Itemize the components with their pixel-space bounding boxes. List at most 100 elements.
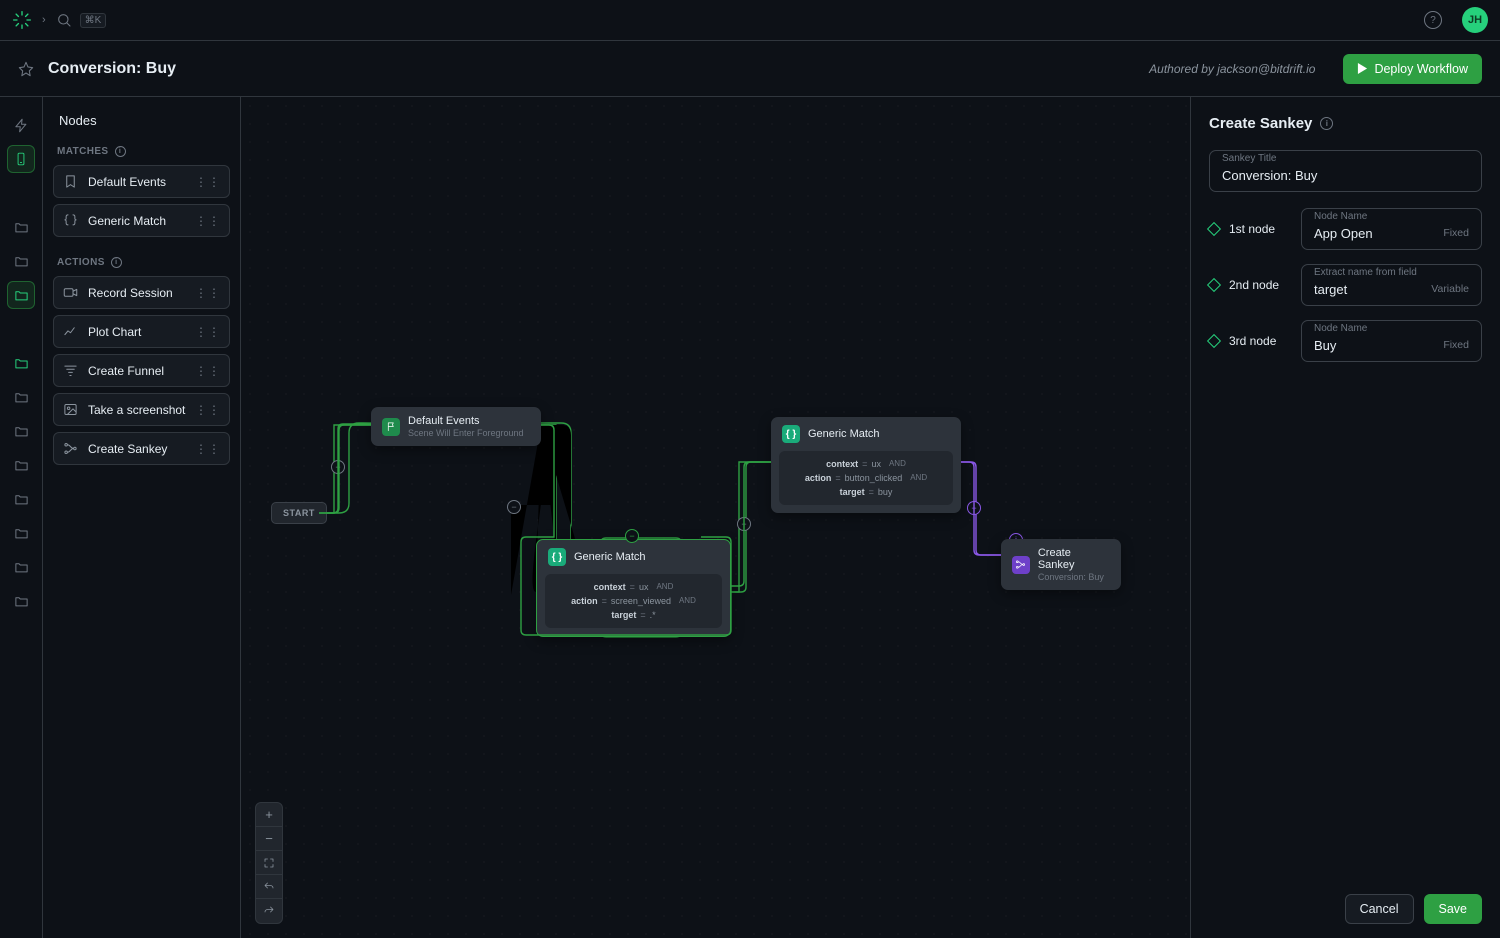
grip-icon: ⋮⋮ <box>195 364 221 378</box>
zoom-in-button[interactable]: + <box>256 803 282 827</box>
node-name-input[interactable] <box>1314 336 1435 353</box>
rail-folder-6[interactable] <box>7 451 35 479</box>
diamond-icon <box>1207 278 1221 292</box>
flow-node-generic-match-2[interactable]: { } Generic Match context=uxAND action=b… <box>771 417 961 513</box>
node-label: Take a screenshot <box>88 403 185 417</box>
node-take-screenshot[interactable]: Take a screenshot ⋮⋮ <box>53 393 230 426</box>
chart-icon <box>63 324 78 339</box>
node-type-tag: Variable <box>1431 283 1469 297</box>
node-generic-match[interactable]: Generic Match ⋮⋮ <box>53 204 230 237</box>
flow-node-create-sankey[interactable]: Create Sankey Conversion: Buy <box>1001 539 1121 590</box>
node-label: Default Events <box>88 175 166 189</box>
node-record-session[interactable]: Record Session ⋮⋮ <box>53 276 230 309</box>
port-minus-icon[interactable]: − <box>737 517 751 531</box>
page-header: Conversion: Buy Authored by jackson@bitd… <box>0 41 1500 97</box>
rail-folder-8[interactable] <box>7 519 35 547</box>
cancel-button[interactable]: Cancel <box>1345 894 1414 924</box>
video-icon <box>63 285 78 300</box>
nodes-panel-title: Nodes <box>53 113 230 128</box>
grip-icon: ⋮⋮ <box>195 403 221 417</box>
rail-bolt-icon[interactable] <box>7 111 35 139</box>
rail-folder-2[interactable] <box>7 247 35 275</box>
sankey-icon <box>63 441 78 456</box>
info-icon[interactable]: i <box>1320 117 1333 130</box>
grip-icon: ⋮⋮ <box>195 214 221 228</box>
zoom-out-button[interactable]: − <box>256 827 282 851</box>
properties-panel: Create Sankey i Sankey Title 1st node No… <box>1190 97 1500 938</box>
rail-folder-10[interactable] <box>7 587 35 615</box>
grip-icon: ⋮⋮ <box>195 442 221 456</box>
port-minus-icon[interactable]: − <box>331 460 345 474</box>
sankey-node-row-2: 2nd node Extract name from field Variabl… <box>1209 264 1482 306</box>
matches-header: MATCHES i <box>57 146 230 157</box>
port-minus-icon[interactable]: − <box>625 529 639 543</box>
info-icon[interactable]: i <box>111 257 122 268</box>
braces-icon: { } <box>548 548 566 566</box>
rail-folder-3[interactable] <box>7 349 35 377</box>
flow-node-default-events[interactable]: Default Events Scene Will Enter Foregrou… <box>371 407 541 446</box>
node-label: Generic Match <box>88 214 166 228</box>
grip-icon: ⋮⋮ <box>195 175 221 189</box>
node-name-input[interactable] <box>1314 280 1423 297</box>
actions-header: ACTIONS i <box>57 257 230 268</box>
rail-folder-1[interactable] <box>7 213 35 241</box>
node-ordinal: 1st node <box>1229 222 1291 236</box>
node-name-input[interactable] <box>1314 224 1435 241</box>
undo-button[interactable] <box>256 875 282 899</box>
search-shortcut: ⌘K <box>80 13 107 28</box>
play-icon <box>1357 63 1368 74</box>
port-minus-icon[interactable]: − <box>507 500 521 514</box>
deploy-label: Deploy Workflow <box>1374 62 1468 76</box>
authored-by: Authored by jackson@bitdrift.io <box>1149 62 1315 76</box>
node-type-tag: Fixed <box>1443 227 1469 241</box>
flow-node-subtitle: Scene Will Enter Foreground <box>408 428 524 438</box>
avatar[interactable]: JH <box>1462 7 1488 33</box>
diamond-icon <box>1207 334 1221 348</box>
zoom-controls: + − <box>255 802 283 924</box>
rail-folder-4[interactable] <box>7 383 35 411</box>
rail-folder-9[interactable] <box>7 553 35 581</box>
sankey-title-field[interactable]: Sankey Title <box>1209 150 1482 192</box>
save-button[interactable]: Save <box>1424 894 1483 924</box>
grip-icon: ⋮⋮ <box>195 325 221 339</box>
global-search[interactable]: ⌘K <box>56 12 107 28</box>
node-type-tag: Fixed <box>1443 339 1469 353</box>
node-label: Record Session <box>88 286 173 300</box>
node-label: Plot Chart <box>88 325 141 339</box>
sankey-icon <box>1012 556 1030 574</box>
workflow-canvas[interactable]: START Default Events Scene Will Enter Fo… <box>241 97 1190 938</box>
image-icon <box>63 402 78 417</box>
node-create-funnel[interactable]: Create Funnel ⋮⋮ <box>53 354 230 387</box>
node-create-sankey[interactable]: Create Sankey ⋮⋮ <box>53 432 230 465</box>
flag-icon <box>382 418 400 436</box>
app-logo-icon[interactable] <box>12 10 32 30</box>
start-node[interactable]: START <box>271 502 327 524</box>
rail-folder-5[interactable] <box>7 417 35 445</box>
topbar: › ⌘K ? JH <box>0 0 1500 41</box>
zoom-fit-button[interactable] <box>256 851 282 875</box>
rail-folder-7[interactable] <box>7 485 35 513</box>
flow-node-title: Create Sankey <box>1038 547 1110 571</box>
flow-node-title: Generic Match <box>574 551 646 563</box>
port-minus-icon[interactable]: − <box>967 501 981 515</box>
node-default-events[interactable]: Default Events ⋮⋮ <box>53 165 230 198</box>
star-icon[interactable] <box>18 61 34 77</box>
rail-folder-active[interactable] <box>7 281 35 309</box>
braces-icon <box>63 213 78 228</box>
info-icon[interactable]: i <box>115 146 126 157</box>
sankey-title-input[interactable] <box>1222 166 1469 183</box>
help-icon[interactable]: ? <box>1424 11 1442 29</box>
deploy-workflow-button[interactable]: Deploy Workflow <box>1343 54 1482 84</box>
flow-node-title: Generic Match <box>808 428 880 440</box>
rail-mobile-icon[interactable] <box>7 145 35 173</box>
conditions: context=uxAND action=screen_viewedAND ta… <box>545 574 722 628</box>
funnel-icon <box>63 363 78 378</box>
node-ordinal: 2nd node <box>1229 278 1291 292</box>
bookmark-icon <box>63 174 78 189</box>
flow-node-generic-match-1[interactable]: { } Generic Match context=uxAND action=s… <box>536 539 731 637</box>
node-plot-chart[interactable]: Plot Chart ⋮⋮ <box>53 315 230 348</box>
redo-button[interactable] <box>256 899 282 923</box>
grip-icon: ⋮⋮ <box>195 286 221 300</box>
node-label: Create Sankey <box>88 442 167 456</box>
properties-title: Create Sankey i <box>1209 115 1482 132</box>
